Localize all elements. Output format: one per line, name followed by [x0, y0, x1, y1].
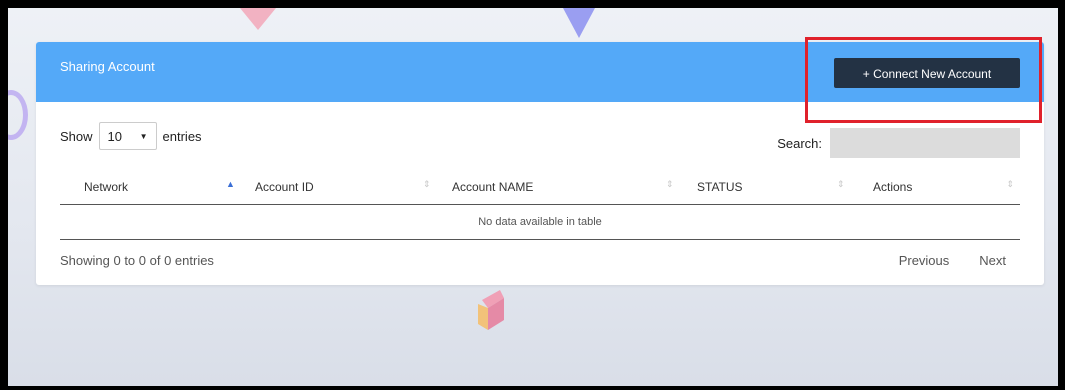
- empty-table-message: No data available in table: [60, 204, 1020, 240]
- sharing-account-card: Sharing Account + Connect New Account Sh…: [36, 42, 1044, 285]
- search-label: Search:: [777, 135, 822, 151]
- sort-both-icon: ⇕: [423, 179, 431, 189]
- table-info: Showing 0 to 0 of 0 entries: [60, 253, 214, 268]
- card-header: Sharing Account + Connect New Account: [36, 42, 1044, 102]
- pagination: Previous Next: [899, 253, 1006, 268]
- sort-both-icon: ⇕: [1006, 179, 1014, 189]
- table-row: No data available in table: [60, 204, 1020, 240]
- column-header-network[interactable]: Network ▲: [60, 170, 255, 205]
- column-header-account-name[interactable]: Account NAME ⇕: [452, 170, 697, 205]
- connect-new-account-button[interactable]: + Connect New Account: [834, 58, 1020, 88]
- page-background: Sharing Account + Connect New Account Sh…: [8, 8, 1058, 386]
- sort-up-icon: ▲: [226, 179, 235, 189]
- column-label: Network: [84, 180, 129, 194]
- table-header-row: Network ▲ Account ID ⇕ Account NAME ⇕ ST…: [60, 170, 1020, 205]
- decorative-shape: [478, 290, 504, 330]
- search-input[interactable]: [830, 128, 1020, 158]
- entries-label: entries: [162, 128, 202, 144]
- page-length-control: Show 10 ▼ entries: [60, 122, 202, 150]
- decorative-ring: [8, 90, 28, 140]
- column-label: STATUS: [697, 180, 743, 194]
- page-length-select[interactable]: 10 ▼: [98, 122, 157, 150]
- column-header-status[interactable]: STATUS ⇕: [697, 170, 873, 205]
- page-length-value: 10: [107, 128, 122, 144]
- accounts-table: Network ▲ Account ID ⇕ Account NAME ⇕ ST…: [60, 170, 1020, 240]
- chevron-down-icon: ▼: [139, 131, 148, 141]
- column-label: Actions: [873, 180, 913, 194]
- sort-both-icon: ⇕: [837, 179, 845, 189]
- decorative-shape: [240, 8, 276, 30]
- decorative-shape: [563, 8, 595, 38]
- column-header-actions[interactable]: Actions ⇕: [873, 170, 1020, 205]
- column-label: Account NAME: [452, 180, 534, 194]
- next-page-button[interactable]: Next: [979, 253, 1006, 268]
- sort-both-icon: ⇕: [666, 179, 674, 189]
- column-label: Account ID: [255, 180, 314, 194]
- show-label: Show: [60, 128, 93, 144]
- column-header-account-id[interactable]: Account ID ⇕: [255, 170, 452, 205]
- previous-page-button[interactable]: Previous: [899, 253, 950, 268]
- card-title: Sharing Account: [60, 59, 155, 74]
- search-control: Search:: [777, 128, 1020, 158]
